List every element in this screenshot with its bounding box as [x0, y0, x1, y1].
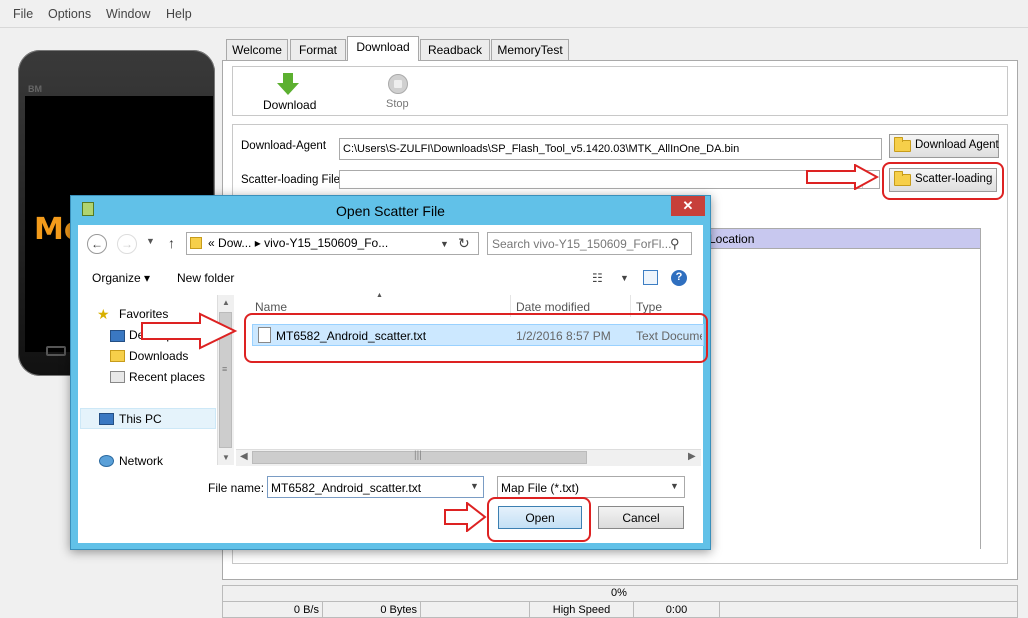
file-name-input[interactable]: MT6582_Android_scatter.txt: [267, 476, 484, 498]
scroll-down-icon[interactable]: ▼: [222, 453, 230, 462]
download-agent-button-label: Download Agent: [915, 139, 999, 151]
search-input[interactable]: Search vivo-Y15_150609_ForFl...: [487, 232, 692, 255]
column-date-modified[interactable]: Date modified: [516, 300, 590, 314]
phone-brand: BM: [28, 84, 42, 94]
organize-button[interactable]: Organize ▾: [92, 271, 150, 285]
scatter-loading-field[interactable]: [339, 170, 880, 189]
help-icon[interactable]: ?: [671, 270, 687, 286]
column-name[interactable]: Name: [255, 300, 287, 314]
menu-help[interactable]: Help: [166, 7, 192, 21]
folder-icon: [894, 137, 911, 152]
annotation-arrow-icon: [141, 312, 238, 350]
breadcrumb-folder[interactable]: vivo-Y15_150609_Fo...: [264, 236, 388, 250]
annotation-arrow-icon: [444, 502, 487, 532]
status-speed: 0 B/s: [223, 602, 323, 618]
tab-welcome[interactable]: Welcome: [226, 39, 288, 60]
annotation-file-row-circle: [244, 313, 708, 363]
menu-options[interactable]: Options: [48, 7, 91, 21]
nav-network[interactable]: Network: [119, 454, 163, 468]
chevron-down-icon[interactable]: ▼: [470, 481, 479, 491]
breadcrumb-overflow[interactable]: «: [208, 236, 215, 250]
status-empty: [421, 602, 530, 618]
progress-text: 0%: [611, 587, 627, 599]
breadcrumb-separator: ▸: [254, 236, 261, 250]
nav-downloads[interactable]: Downloads: [129, 349, 188, 363]
chevron-down-icon[interactable]: ▼: [440, 239, 449, 249]
download-agent-field[interactable]: C:\Users\S-ZULFI\Downloads\SP_Flash_Tool…: [339, 138, 882, 160]
organize-label: Organize: [92, 271, 141, 285]
phone-home-icon: [46, 346, 66, 356]
annotation-scatter-button-circle: [882, 162, 1004, 200]
download-agent-button[interactable]: Download Agent: [889, 134, 999, 158]
download-arrow-icon[interactable]: [277, 73, 299, 97]
computer-icon: [99, 413, 114, 425]
status-time: 0:00: [634, 602, 720, 618]
forward-arrow-icon[interactable]: →: [117, 234, 137, 254]
desktop-icon: [110, 330, 125, 342]
recent-places-icon: [110, 371, 125, 383]
dialog-title: Open Scatter File: [336, 203, 445, 219]
scroll-right-icon[interactable]: ▶: [688, 451, 696, 462]
view-options-icon[interactable]: ☷: [592, 271, 603, 285]
breadcrumb[interactable]: « Dow... ▸ vivo-Y15_150609_Fo...: [208, 236, 388, 250]
file-name-label: File name:: [208, 481, 265, 495]
folder-icon: [190, 237, 202, 249]
status-bytes: 0 Bytes: [323, 602, 421, 618]
recent-locations-icon[interactable]: ▼: [146, 236, 155, 246]
scroll-up-icon[interactable]: ▲: [222, 298, 230, 307]
stop-button[interactable]: Stop: [386, 98, 409, 110]
sort-ascending-icon: ▲: [376, 292, 383, 299]
close-button[interactable]: ✕: [671, 196, 705, 216]
back-arrow-icon[interactable]: ←: [87, 234, 107, 254]
menu-bar: [0, 0, 1028, 28]
tab-download[interactable]: Download: [347, 36, 419, 61]
tab-format[interactable]: Format: [290, 39, 346, 60]
nav-this-pc[interactable]: This PC: [119, 412, 162, 426]
location-column-header[interactable]: Location: [704, 228, 981, 249]
chevron-down-icon[interactable]: ▼: [620, 273, 629, 283]
new-folder-button[interactable]: New folder: [177, 271, 234, 285]
stop-icon[interactable]: [388, 74, 408, 94]
file-type-select[interactable]: Map File (*.txt): [497, 476, 685, 498]
column-type[interactable]: Type: [636, 300, 662, 314]
download-agent-label: Download-Agent: [241, 140, 327, 152]
scroll-grip-icon: |||: [414, 450, 422, 461]
cancel-button[interactable]: Cancel: [598, 506, 684, 529]
network-icon: [99, 455, 114, 467]
annotation-arrow-icon: [806, 164, 879, 190]
scroll-left-icon[interactable]: ◀: [240, 451, 248, 462]
search-icon[interactable]: ⚲: [670, 236, 680, 252]
downloads-icon: [110, 350, 125, 362]
scatter-loading-label: Scatter-loading File: [241, 174, 341, 186]
up-arrow-icon[interactable]: ↑: [168, 235, 175, 251]
partition-list: [704, 249, 981, 549]
breadcrumb-downloads[interactable]: Dow...: [218, 236, 251, 250]
menu-window[interactable]: Window: [106, 7, 150, 21]
star-icon: ★: [97, 306, 110, 322]
command-bar: [78, 264, 703, 292]
menu-file[interactable]: File: [13, 7, 33, 21]
status-mode: High Speed: [530, 602, 634, 618]
scroll-grip-icon: ≡: [222, 364, 228, 374]
toolbar: [232, 66, 1008, 116]
nav-recent-places[interactable]: Recent places: [129, 370, 205, 384]
annotation-open-button-circle: [487, 497, 591, 542]
refresh-icon[interactable]: ↻: [458, 235, 470, 252]
preview-pane-icon[interactable]: [643, 270, 658, 285]
tab-memorytest[interactable]: MemoryTest: [491, 39, 569, 60]
tab-readback[interactable]: Readback: [420, 39, 490, 60]
chevron-down-icon[interactable]: ▼: [670, 481, 679, 491]
download-button[interactable]: Download: [263, 98, 316, 112]
